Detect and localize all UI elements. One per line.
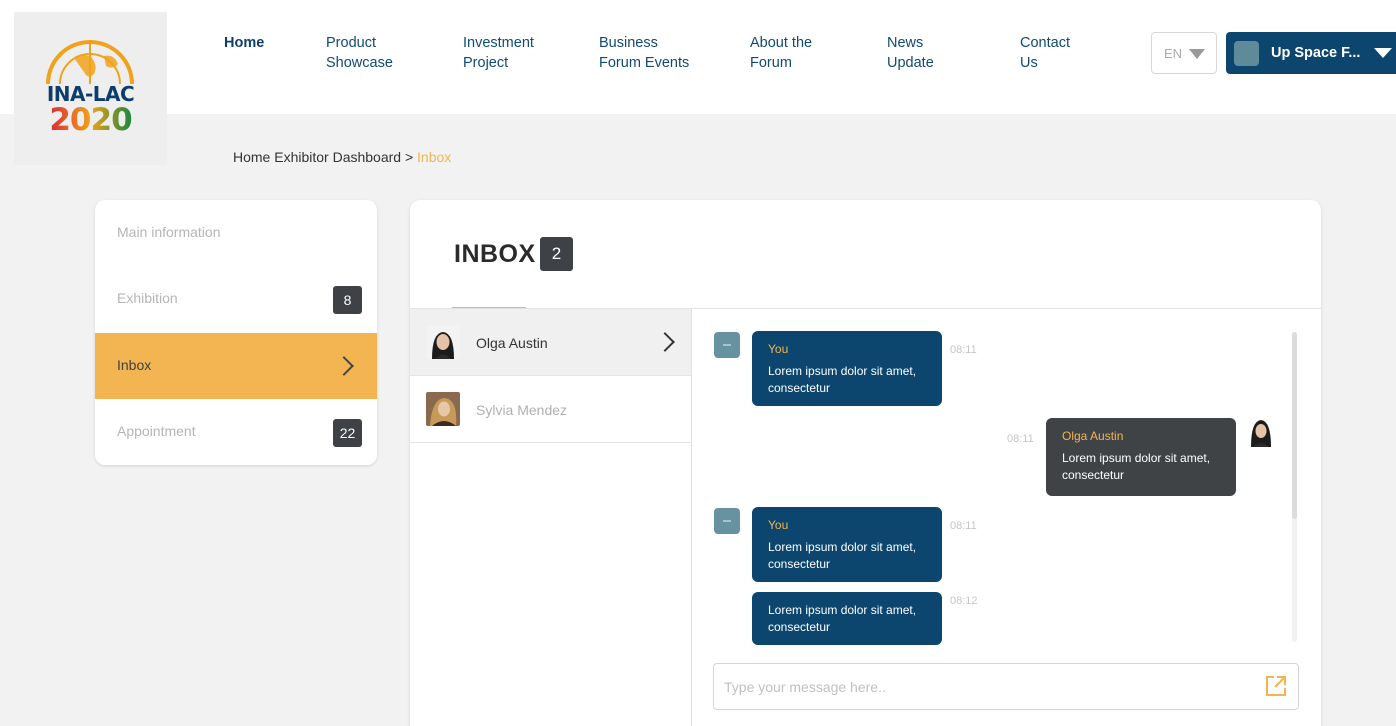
message-thread: You Lorem ipsum dolor sit amet, consecte… — [692, 309, 1321, 726]
avatar — [714, 508, 740, 534]
sidebar-item-label: Exhibition — [117, 290, 178, 306]
message-composer — [713, 663, 1299, 710]
chevron-right-icon — [334, 356, 354, 376]
message-time: 08:11 — [1007, 433, 1034, 445]
message-bubble-sent: You Lorem ipsum dolor sit amet, consecte… — [752, 507, 942, 582]
message-time: 08:12 — [950, 595, 978, 607]
message-sender: You — [768, 342, 789, 356]
message-text: Lorem ipsum dolor sit amet, consectetur — [768, 364, 917, 395]
avatar — [426, 392, 460, 426]
language-select[interactable]: EN — [1151, 32, 1217, 74]
user-name: Up Space F... — [1271, 45, 1361, 61]
message-text: Lorem ipsum dolor sit amet, consectetur — [768, 540, 917, 571]
avatar — [1234, 41, 1259, 66]
globe-logo-icon — [46, 40, 134, 85]
sidebar-item-inbox[interactable]: Inbox — [95, 333, 377, 399]
message-bubble-received: Olga Austin Lorem ipsum dolor sit amet, … — [1046, 418, 1236, 496]
inbox-count-badge: 2 — [540, 237, 573, 271]
ina-lac-logo[interactable]: INA-LAC 2020 — [14, 12, 167, 165]
nav-about-forum[interactable]: About the Forum — [750, 33, 812, 73]
message-time: 08:11 — [950, 520, 977, 532]
person-photo-icon — [1251, 420, 1271, 447]
count-badge: 22 — [333, 419, 362, 447]
chevron-down-icon — [1189, 49, 1205, 59]
message-sender: You — [768, 518, 789, 532]
top-navigation-bar: Home Product Showcase Investment Project… — [0, 0, 1396, 114]
sidebar-item-label: Main information — [117, 224, 221, 240]
sidebar-item-label: Inbox — [117, 357, 152, 373]
sidebar-item-exhibition[interactable]: Exhibition 8 — [95, 266, 377, 332]
sidebar-item-main-information[interactable]: Main information — [95, 200, 377, 266]
nav-home[interactable]: Home — [224, 33, 264, 53]
avatar — [1248, 417, 1274, 447]
message-bubble-sent: You Lorem ipsum dolor sit amet, consecte… — [752, 331, 942, 406]
user-menu-button[interactable]: Up Space F... — [1226, 32, 1396, 74]
contact-name: Sylvia Mendez — [476, 402, 568, 418]
language-value: EN — [1164, 46, 1183, 61]
chevron-down-icon — [1374, 48, 1392, 58]
message-time: 08:11 — [950, 344, 977, 356]
avatar — [426, 325, 460, 359]
inbox-panel: INBOX 2 Olga Austin Sylvia Mendez You Lo… — [410, 200, 1321, 726]
message-sender: Olga Austin — [1062, 429, 1124, 443]
avatar — [714, 332, 740, 358]
contact-name: Olga Austin — [476, 335, 548, 351]
chevron-right-icon — [655, 332, 675, 352]
person-photo-icon — [426, 325, 460, 359]
nav-product-showcase[interactable]: Product Showcase — [326, 33, 393, 73]
nav-news-update[interactable]: News Update — [887, 33, 934, 73]
message-text: Lorem ipsum dolor sit amet, consectetur — [768, 603, 917, 634]
nav-contact-us[interactable]: Contact Us — [1020, 33, 1070, 73]
nav-investment-project[interactable]: Investment Project — [463, 33, 534, 73]
dashboard-sidebar: Main information Exhibition 8 Inbox Appo… — [95, 200, 377, 465]
send-icon[interactable] — [1264, 674, 1288, 698]
nav-business-forum-events[interactable]: Business Forum Events — [599, 33, 689, 73]
conversation-item-olga-austin[interactable]: Olga Austin — [410, 309, 691, 376]
message-text: Lorem ipsum dolor sit amet, consectetur — [1062, 451, 1211, 482]
sidebar-item-appointment[interactable]: Appointment 22 — [95, 399, 377, 465]
breadcrumb-trail[interactable]: Home Exhibitor Dashboard > — [233, 149, 413, 165]
count-badge: 8 — [333, 286, 362, 314]
conversation-list: Olga Austin Sylvia Mendez — [410, 309, 692, 726]
page-title: INBOX — [454, 240, 536, 268]
sidebar-item-label: Appointment — [117, 423, 196, 439]
person-photo-icon — [426, 392, 460, 426]
breadcrumb: Home Exhibitor Dashboard > Inbox — [233, 149, 451, 165]
message-bubble-sent: Lorem ipsum dolor sit amet, consectetur — [752, 592, 942, 645]
message-input[interactable] — [724, 676, 1244, 698]
logo-year: 2020 — [14, 102, 167, 138]
scrollbar-thumb[interactable] — [1292, 332, 1297, 519]
breadcrumb-current: Inbox — [417, 149, 452, 165]
conversation-item-sylvia-mendez[interactable]: Sylvia Mendez — [410, 376, 691, 443]
